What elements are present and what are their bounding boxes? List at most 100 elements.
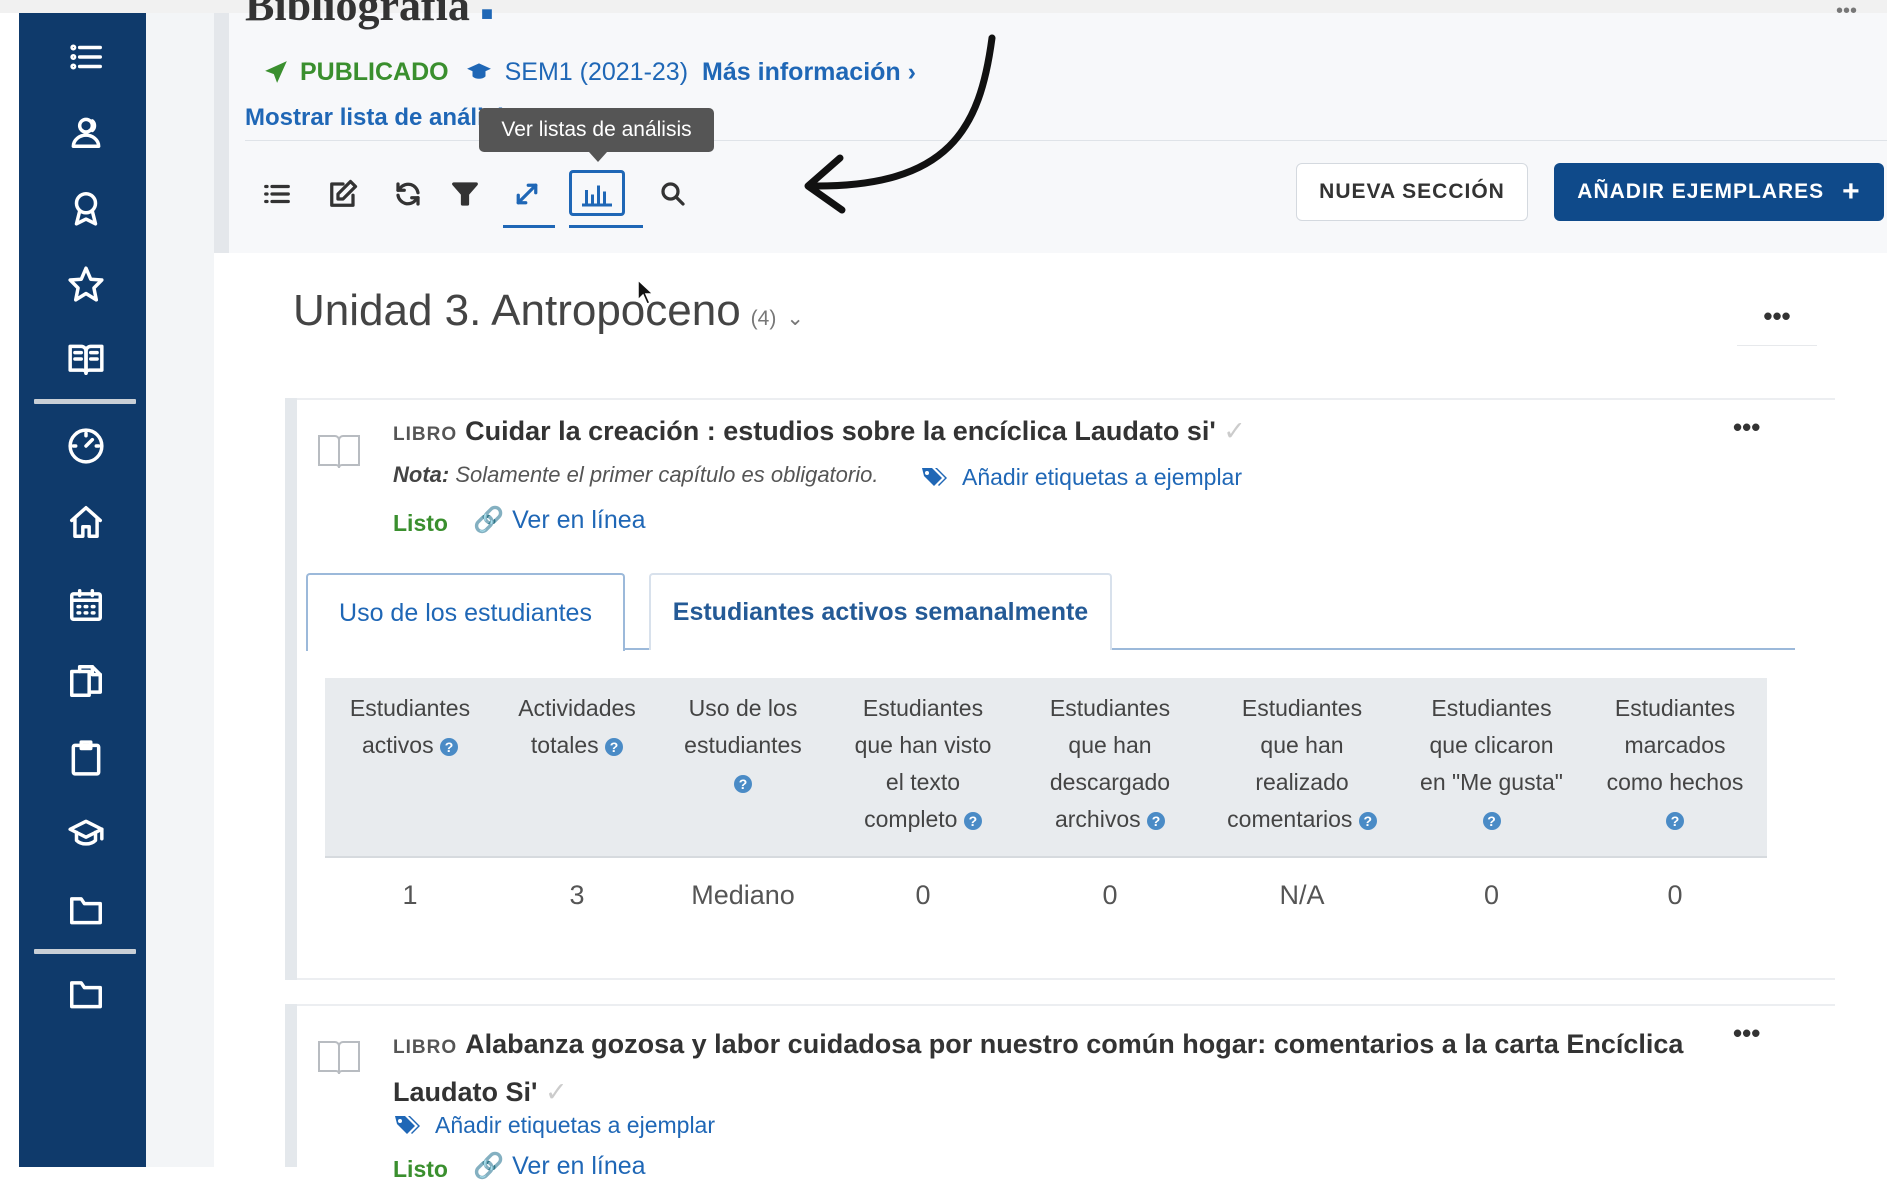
tags-icon xyxy=(395,1115,420,1134)
item-type: LIBRO xyxy=(393,1037,458,1058)
book-icon xyxy=(316,1036,362,1076)
tab-student-usage[interactable]: Uso de los estudiantes xyxy=(306,573,625,651)
help-icon[interactable]: ? xyxy=(1147,811,1166,830)
award-icon[interactable] xyxy=(61,183,111,233)
unit-count: (4) xyxy=(750,307,777,330)
status-published: PUBLICADO xyxy=(262,58,449,87)
table-cell: N/A xyxy=(1279,880,1325,910)
expand-icon[interactable] xyxy=(505,172,549,216)
table-cell: 0 xyxy=(1667,880,1683,910)
status-badge: Listo xyxy=(393,510,448,536)
chevron-down-icon[interactable]: ⌄ xyxy=(786,306,804,331)
home-icon[interactable] xyxy=(61,497,111,547)
column-header-total-activities: Actividades totales ? xyxy=(518,695,636,758)
table-cell: 0 xyxy=(1102,880,1118,910)
status-badge: Listo xyxy=(393,1156,448,1182)
check-icon: ✓ xyxy=(537,1077,568,1107)
item-title[interactable]: LIBRO Cuidar la creación : estudios sobre… xyxy=(393,416,1246,447)
add-tags-label: Añadir etiquetas a ejemplar xyxy=(962,464,1242,490)
search-icon[interactable] xyxy=(651,172,695,216)
sidebar-divider xyxy=(34,949,136,954)
list-icon[interactable] xyxy=(255,172,299,216)
semester-label: SEM1 (2021-23) xyxy=(504,57,689,86)
item-type: LIBRO xyxy=(393,424,458,445)
item-menu-button[interactable]: ••• xyxy=(1733,412,1760,443)
item-note: Nota: Solamente el primer capítulo es ob… xyxy=(393,462,878,488)
column-header-downloaded-files: Estudiantes que han descargado archivos ? xyxy=(1049,695,1171,832)
folder-icon[interactable] xyxy=(61,969,111,1019)
mouse-cursor-icon xyxy=(637,278,655,305)
content-gutter xyxy=(146,13,214,1167)
users-icon[interactable] xyxy=(61,107,111,157)
table-cell: Mediano xyxy=(691,880,795,910)
help-icon[interactable]: ? xyxy=(1358,811,1377,830)
show-analysis-list-link[interactable]: Mostrar lista de análisis xyxy=(245,104,517,132)
star-icon[interactable] xyxy=(61,259,111,309)
plus-icon: + xyxy=(1842,175,1861,208)
bar-chart-icon xyxy=(582,185,612,207)
app-window: Bibliografía ■ ••• PUBLICADO SEM1 (2021-… xyxy=(0,0,1887,1182)
calendar-icon[interactable] xyxy=(61,580,111,630)
chart-active-indicator xyxy=(569,225,643,228)
item-menu-button[interactable]: ••• xyxy=(1733,1018,1760,1049)
semester[interactable]: SEM1 (2021-23) xyxy=(463,58,688,87)
note-label: Nota: xyxy=(393,462,450,487)
item-title-text: Cuidar la creación : estudios sobre la e… xyxy=(465,416,1216,446)
gauge-icon[interactable] xyxy=(61,421,111,471)
expand-active-indicator xyxy=(503,225,555,228)
lock-icon: ■ xyxy=(480,3,493,25)
column-header-active-students: Estudiantes activos ? xyxy=(349,695,471,758)
table-cell: 3 xyxy=(569,880,585,910)
unit-title-text: Unidad 3. Antropoceno xyxy=(293,286,741,335)
book-icon xyxy=(316,430,362,470)
view-online-label: Ver en línea xyxy=(512,506,646,534)
item-title[interactable]: LIBRO Alabanza gozosa y labor cuidadosa p… xyxy=(393,1022,1713,1114)
edit-icon[interactable] xyxy=(321,172,365,216)
column-header-comments: Estudiantes que han realizado comentarios ? xyxy=(1207,690,1397,838)
table-cell: 0 xyxy=(1483,880,1500,910)
help-icon[interactable]: ? xyxy=(1482,811,1501,830)
add-tags-label: Añadir etiquetas a ejemplar xyxy=(435,1112,715,1138)
analysis-chart-button[interactable] xyxy=(569,170,625,216)
book-open-icon[interactable] xyxy=(61,334,111,384)
column-header-marked-done: Estudiantes marcados como hechos? xyxy=(1606,695,1744,830)
column-header-full-text-viewed: Estudiantes que han visto el texto completo… xyxy=(854,695,992,832)
item-accent-bar xyxy=(285,1004,297,1167)
view-online-link[interactable]: 🔗 Ver en línea xyxy=(473,506,646,535)
tags-icon xyxy=(922,467,947,486)
column-header-student-usage: Uso de los estudiantes? xyxy=(684,695,802,793)
check-icon: ✓ xyxy=(1215,416,1246,446)
filter-icon[interactable] xyxy=(443,172,487,216)
help-icon[interactable]: ? xyxy=(734,774,752,793)
add-items-button[interactable]: AÑADIR EJEMPLARES + xyxy=(1554,163,1884,221)
tooltip: Ver listas de análisis xyxy=(479,108,714,162)
send-icon xyxy=(265,61,287,83)
unit-title[interactable]: Unidad 3. Antropoceno (4) ⌄ xyxy=(293,286,804,336)
folder-icon[interactable] xyxy=(61,885,111,935)
annotation-arrow xyxy=(804,34,996,214)
note-text: Solamente el primer capítulo es obligato… xyxy=(455,462,879,487)
help-icon[interactable]: ? xyxy=(963,811,982,830)
tab-weekly-active-students[interactable]: Estudiantes activos semanalmente xyxy=(649,573,1112,650)
help-icon[interactable]: ? xyxy=(439,737,458,756)
table-divider xyxy=(325,856,1767,858)
sidebar-divider xyxy=(34,399,136,404)
item-title-text: Laudato Si' xyxy=(393,1077,538,1107)
link-icon: 🔗 xyxy=(473,506,505,534)
documents-icon[interactable] xyxy=(61,656,111,706)
refresh-icon[interactable] xyxy=(386,172,430,216)
unit-menu-button[interactable]: ••• xyxy=(1737,288,1817,346)
add-tags-link[interactable]: Añadir etiquetas a ejemplar xyxy=(920,464,1242,491)
help-icon[interactable]: ? xyxy=(1666,811,1684,830)
graduation-cap-icon xyxy=(466,63,491,79)
add-items-label: AÑADIR EJEMPLARES xyxy=(1577,180,1825,203)
top-menu-icon[interactable]: ••• xyxy=(1836,0,1857,23)
new-section-button[interactable]: NUEVA SECCIÓN xyxy=(1296,163,1528,221)
help-icon[interactable]: ? xyxy=(605,737,624,756)
graduation-cap-icon[interactable] xyxy=(61,809,111,859)
list-icon[interactable] xyxy=(61,32,111,82)
table-cell: 1 xyxy=(402,880,418,910)
clipboard-icon[interactable] xyxy=(61,733,111,783)
add-tags-link[interactable]: Añadir etiquetas a ejemplar xyxy=(393,1112,715,1139)
status-published-label: PUBLICADO xyxy=(300,57,449,86)
